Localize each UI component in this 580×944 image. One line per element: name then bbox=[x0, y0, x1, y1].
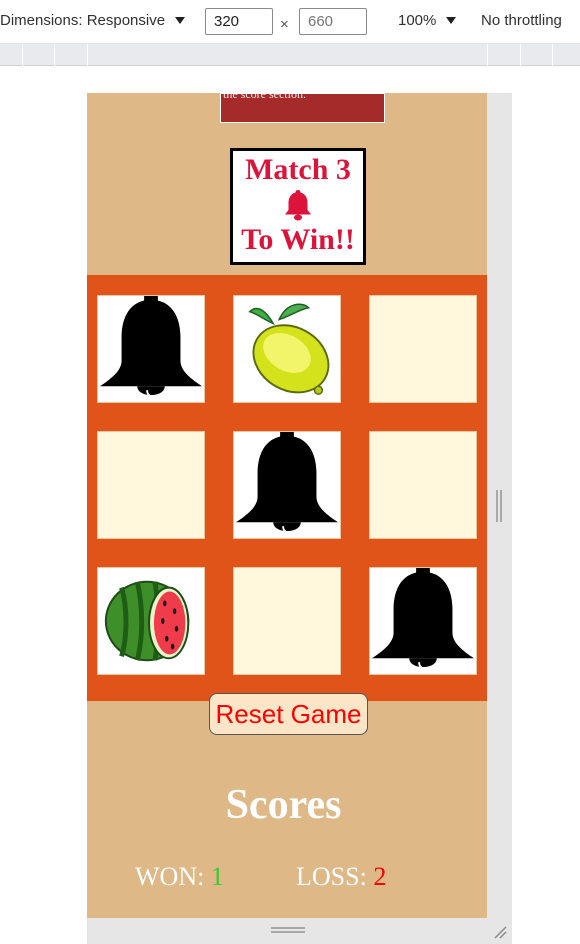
title-box: Match 3 To Win!! bbox=[230, 148, 366, 265]
won-value: 1 bbox=[210, 862, 224, 891]
height-input[interactable] bbox=[299, 8, 367, 35]
dimensions-caret-icon bbox=[175, 17, 186, 24]
board-tile[interactable] bbox=[97, 295, 205, 403]
bell-icon bbox=[371, 568, 475, 671]
throttling-label: No throttling bbox=[481, 12, 562, 29]
loss-label: LOSS: bbox=[296, 862, 367, 891]
bell-icon bbox=[235, 432, 339, 535]
game-board bbox=[87, 275, 487, 701]
board-tile[interactable] bbox=[369, 431, 477, 539]
ruler-segment bbox=[520, 44, 521, 66]
won-label: WON: bbox=[135, 862, 205, 891]
resize-bottom-handle[interactable] bbox=[271, 927, 305, 933]
zoom-caret-icon bbox=[446, 17, 457, 24]
bell-icon bbox=[99, 296, 203, 399]
devtools-toolbar: Dimensions: Responsive × 100% No throttl… bbox=[0, 0, 580, 44]
ruler-segment bbox=[22, 44, 23, 66]
ruler-segment bbox=[487, 44, 488, 66]
ruler-segment bbox=[552, 44, 553, 66]
loss-score: LOSS: 2 bbox=[296, 862, 386, 892]
zoom-dropdown[interactable]: 100% bbox=[398, 12, 457, 29]
board-tile[interactable] bbox=[369, 567, 477, 675]
title-line-1: Match 3 bbox=[245, 153, 351, 186]
board-tile[interactable] bbox=[97, 567, 205, 675]
instructions-box: the score section. bbox=[220, 93, 385, 123]
resize-corner-icon[interactable] bbox=[493, 925, 507, 939]
dimensions-label: Dimensions: Responsive bbox=[0, 12, 166, 29]
scores-heading: Scores bbox=[225, 782, 342, 828]
loss-value: 2 bbox=[373, 862, 387, 891]
reset-game-button[interactable]: Reset Game bbox=[209, 693, 368, 735]
title-line-3: To Win!! bbox=[241, 223, 355, 256]
board-tile[interactable] bbox=[233, 567, 341, 675]
throttling-dropdown[interactable]: No throttling bbox=[481, 12, 562, 29]
won-score: WON: 1 bbox=[135, 862, 224, 892]
title-bell-icon bbox=[233, 187, 363, 223]
zoom-label: 100% bbox=[398, 12, 437, 29]
times-sign: × bbox=[280, 16, 289, 33]
width-input[interactable] bbox=[205, 8, 273, 35]
game-page: the score section. Match 3 To Win!! Rese… bbox=[87, 93, 487, 918]
ruler-segment bbox=[54, 44, 55, 66]
board-tile[interactable] bbox=[369, 295, 477, 403]
dimensions-dropdown[interactable]: Dimensions: Responsive bbox=[0, 12, 186, 29]
board-tile[interactable] bbox=[233, 431, 341, 539]
media-query-ruler[interactable] bbox=[0, 44, 580, 66]
instructions-text: the score section. bbox=[223, 93, 306, 101]
board-tile[interactable] bbox=[233, 295, 341, 403]
lemon-icon bbox=[248, 303, 330, 395]
ruler-segment bbox=[87, 44, 88, 66]
board-tile[interactable] bbox=[97, 431, 205, 539]
resize-right-handle[interactable] bbox=[496, 490, 502, 522]
watermelon-icon bbox=[104, 580, 190, 662]
